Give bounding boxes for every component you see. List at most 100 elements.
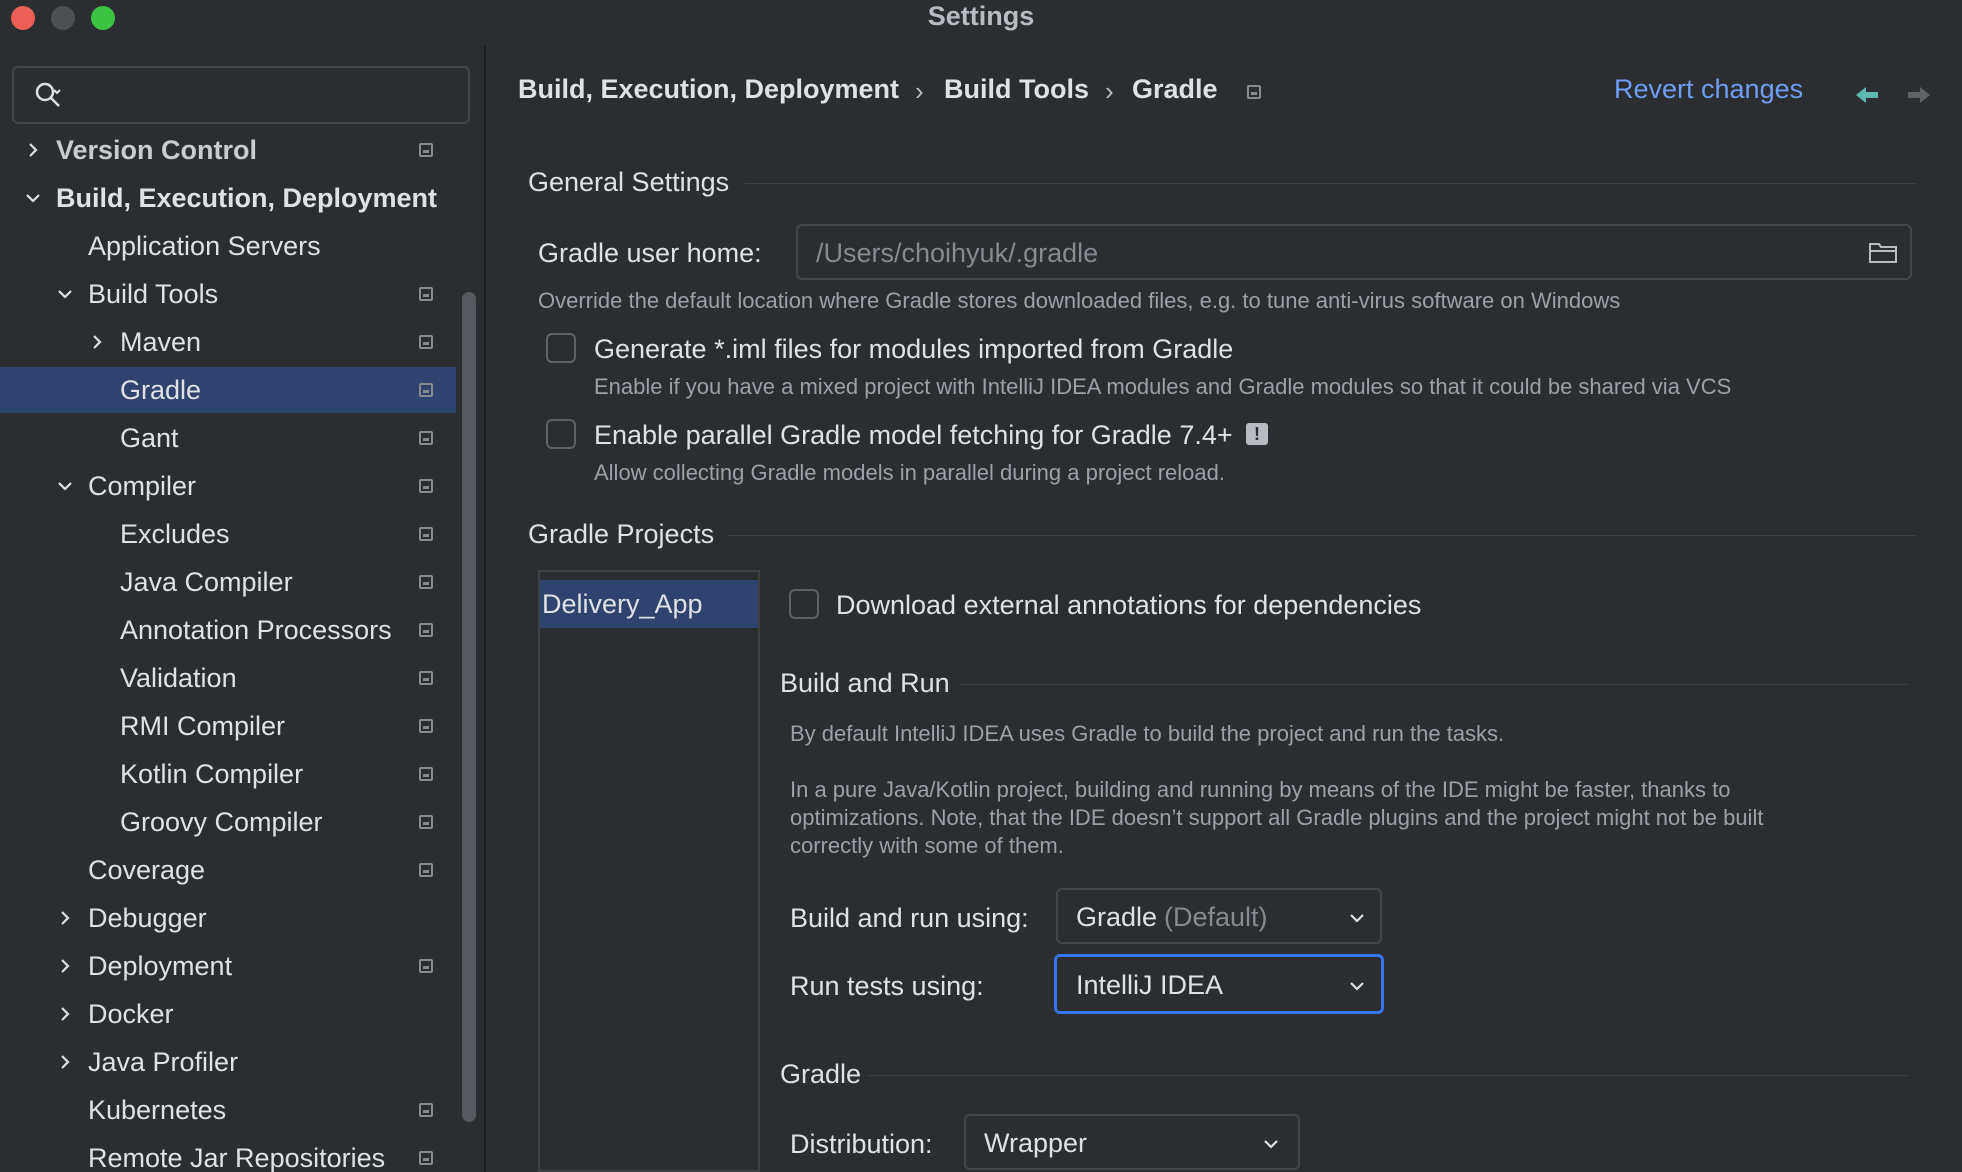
tree-item-maven[interactable]: Maven [0, 319, 460, 365]
gradle-projects-list[interactable] [538, 570, 760, 1172]
sidebar-scrollbar[interactable] [462, 292, 476, 1122]
forward-arrow-icon[interactable] [1906, 84, 1932, 106]
gradle-user-home-value: /Users/choihyuk/.gradle [816, 238, 1099, 268]
download-annotations-checkbox[interactable] [789, 589, 819, 619]
breadcrumb-separator: › [915, 76, 924, 106]
project-scope-icon [419, 863, 433, 877]
general-settings-title: General Settings [528, 167, 730, 197]
tree-item-compiler[interactable]: Compiler [0, 463, 460, 509]
build-run-note-line1: In a pure Java/Kotlin project, building … [790, 777, 1731, 802]
tree-item-label: Application Servers [88, 231, 321, 261]
tree-item-label: Java Profiler [88, 1047, 239, 1077]
parallel-fetching-checkbox[interactable] [546, 419, 576, 449]
gradle-user-home-field[interactable]: /Users/choihyuk/.gradle [796, 224, 1912, 280]
parallel-fetching-hint: Allow collecting Gradle models in parall… [594, 460, 1225, 485]
tree-item-debugger[interactable]: Debugger [0, 895, 460, 941]
chevron-right-icon [93, 335, 102, 349]
tree-item-build-execution-deployment[interactable]: Build, Execution, Deployment [0, 175, 460, 221]
project-scope-icon [419, 287, 433, 301]
download-annotations-label[interactable]: Download external annotations for depend… [836, 590, 1421, 621]
project-list-item-selected[interactable]: Delivery_App [540, 580, 758, 628]
section-divider [745, 183, 1917, 184]
tree-item-coverage[interactable]: Coverage [0, 847, 460, 893]
tree-item-label: Build Tools [88, 279, 219, 309]
tree-item-label: Gant [120, 423, 179, 453]
chevron-down-icon [1350, 982, 1364, 991]
project-scope-icon [419, 815, 433, 829]
tree-item-annotation-processors[interactable]: Annotation Processors [0, 607, 460, 653]
parallel-fetching-label[interactable]: Enable parallel Gradle model fetching fo… [594, 420, 1233, 451]
tree-item-label: Kotlin Compiler [120, 759, 304, 789]
project-scope-icon [419, 479, 433, 493]
tree-item-rmi-compiler[interactable]: RMI Compiler [0, 703, 460, 749]
project-scope-icon [1247, 85, 1261, 99]
chevron-right-icon [61, 1007, 70, 1021]
tree-item-build-tools[interactable]: Build Tools [0, 271, 460, 317]
project-scope-icon [419, 527, 433, 541]
distribution-select[interactable]: Wrapper [964, 1114, 1300, 1170]
tree-item-kotlin-compiler[interactable]: Kotlin Compiler [0, 751, 460, 797]
tree-item-label: RMI Compiler [120, 711, 286, 741]
tree-item-label: Java Compiler [120, 567, 293, 597]
default-suffix: (Default) [1164, 902, 1268, 932]
breadcrumb-separator: › [1105, 76, 1114, 106]
generate-iml-label[interactable]: Generate *.iml files for modules importe… [594, 334, 1233, 365]
tree-item-kubernetes[interactable]: Kubernetes [0, 1087, 460, 1133]
search-icon [35, 82, 61, 107]
title-bar: Settings [0, 0, 1962, 34]
project-scope-icon [419, 719, 433, 733]
generate-iml-checkbox[interactable] [546, 333, 576, 363]
project-scope-icon [419, 767, 433, 781]
chevron-down-icon [26, 194, 40, 203]
project-scope-icon [419, 431, 433, 445]
tree-item-label: Excludes [120, 519, 230, 549]
tree-item-java-profiler[interactable]: Java Profiler [0, 1039, 460, 1085]
tree-item-label: Compiler [88, 471, 197, 501]
folder-icon[interactable] [1868, 240, 1898, 264]
chevron-down-icon [1350, 914, 1364, 923]
build-and-run-using-value: Gradle [1076, 902, 1158, 932]
tree-item-excludes[interactable]: Excludes [0, 511, 460, 557]
build-and-run-using-select[interactable]: Gradle (Default) [1056, 888, 1382, 944]
tree-item-deployment[interactable]: Deployment [0, 943, 460, 989]
chevron-right-icon [61, 1055, 70, 1069]
tree-item-label: Remote Jar Repositories [88, 1143, 386, 1172]
tree-item-gant[interactable]: Gant [0, 415, 460, 461]
tree-item-docker[interactable]: Docker [0, 991, 460, 1037]
build-and-run-title: Build and Run [780, 668, 950, 698]
project-name: Delivery_App [542, 589, 703, 619]
project-scope-icon [419, 671, 433, 685]
gradle-user-home-label: Gradle user home: [538, 238, 762, 268]
tree-item-label: Maven [120, 327, 202, 357]
run-tests-using-select[interactable]: IntelliJ IDEA [1054, 954, 1384, 1014]
generate-iml-hint: Enable if you have a mixed project with … [594, 374, 1732, 399]
tree-item-remote-jar-repositories[interactable]: Remote Jar Repositories [0, 1135, 460, 1172]
tree-item-application-servers[interactable]: Application Servers [0, 223, 460, 269]
tree-item-version-control[interactable]: Version Control [0, 128, 460, 173]
window-title: Settings [927, 1, 1035, 31]
build-run-description: By default IntelliJ IDEA uses Gradle to … [790, 721, 1505, 746]
project-scope-icon [419, 959, 433, 973]
tree-item-label: Annotation Processors [120, 615, 392, 645]
project-scope-icon [419, 335, 433, 349]
tree-item-validation[interactable]: Validation [0, 655, 460, 701]
tree-item-label: Validation [120, 663, 237, 693]
tree-item-label: Debugger [88, 903, 207, 933]
chevron-right-icon [61, 959, 70, 973]
revert-changes-link[interactable]: Revert changes [1614, 74, 1803, 105]
breadcrumb-item-build-tools[interactable]: Build Tools [944, 74, 1089, 105]
breadcrumb-item-build-execution-deployment[interactable]: Build, Execution, Deployment [518, 74, 899, 105]
run-tests-using-value: IntelliJ IDEA [1076, 970, 1224, 1000]
project-scope-icon [419, 383, 433, 397]
tree-item-java-compiler[interactable]: Java Compiler [0, 559, 460, 605]
run-tests-using-label: Run tests using: [790, 971, 984, 1001]
sidebar-divider[interactable] [484, 46, 486, 1172]
tree-item-groovy-compiler[interactable]: Groovy Compiler [0, 799, 460, 845]
settings-search-input[interactable] [12, 66, 470, 124]
tree-item-gradle[interactable]: Gradle [0, 367, 460, 413]
gradle-projects-title: Gradle Projects [528, 519, 715, 549]
tree-item-label: Kubernetes [88, 1095, 227, 1125]
tree-item-label: Coverage [88, 855, 206, 885]
back-arrow-icon[interactable] [1854, 84, 1880, 106]
tree-item-label: Groovy Compiler [120, 807, 323, 837]
